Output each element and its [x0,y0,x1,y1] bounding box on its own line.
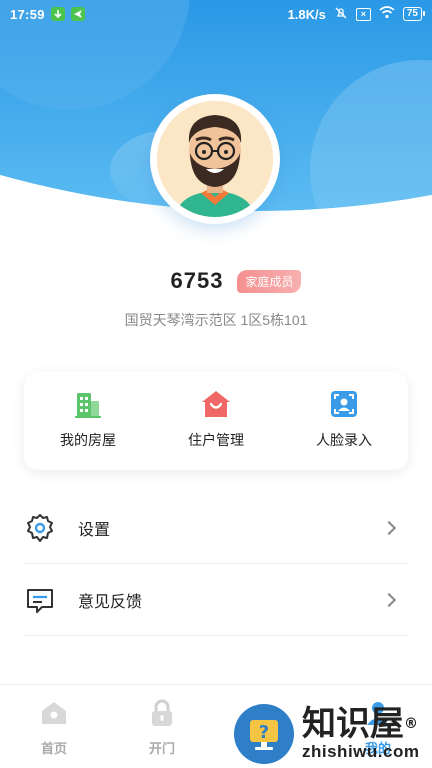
home-icon [40,699,68,732]
download-icon [50,7,65,21]
menu-item-label: 意见反馈 [78,593,143,611]
quick-action-face-entry[interactable]: 人脸录入 [280,372,408,470]
net-speed: 1.8K/s [287,6,326,22]
battery-icon: 75 [402,7,426,21]
watermark-url: zhishiwu.com [302,742,420,761]
mute-icon [334,6,348,23]
watermark-title: 知识屋 [302,704,404,744]
question-monitor-icon: ? [234,704,294,764]
profile-page: 17:59 1.8K/s × 75 6753 家庭成员 国贸天琴湾示范区 1区5… [0,0,432,768]
tab-open-door[interactable]: 开门 [108,685,216,768]
quick-action-my-house[interactable]: 我的房屋 [24,372,152,470]
quick-action-label: 我的房屋 [60,432,116,448]
chevron-right-icon [381,592,397,607]
house-smile-icon [200,388,232,420]
status-right: 1.8K/s × 75 [287,6,426,23]
send-icon [70,7,85,21]
status-time: 17:59 [10,6,45,22]
status-bar: 17:59 1.8K/s × 75 [0,0,432,28]
registered-mark: ® [404,716,418,732]
role-badge: 家庭成员 [237,269,302,293]
watermark-text: 知识屋® zhishiwu.com [302,706,419,762]
menu-item-settings[interactable]: 设置 [24,492,408,564]
quick-action-label: 人脸录入 [316,432,372,448]
tab-label: 首页 [40,741,67,756]
quick-action-residents[interactable]: 住户管理 [152,372,280,470]
quick-action-label: 住户管理 [188,432,244,448]
avatar-image [157,101,273,217]
svg-text:?: ? [259,722,269,743]
avatar[interactable] [150,94,280,224]
tab-home[interactable]: 首页 [0,685,108,768]
watermark-logo: ? 知识屋® zhishiwu.com [234,700,432,768]
gear-icon [24,512,56,544]
face-scan-icon [328,388,360,420]
feedback-icon [24,584,56,616]
user-address: 国贸天琴湾示范区 1区5栋101 [124,312,308,328]
lock-icon [148,699,176,732]
tab-label: 开门 [148,741,175,756]
chevron-right-icon [381,520,397,535]
no-sim-icon: × [355,7,371,21]
wifi-icon [379,6,395,22]
quick-actions-card: 我的房屋 住户管理 人脸录入 [24,372,408,470]
user-name: 6753 [170,268,224,293]
menu-item-label: 设置 [78,521,111,539]
menu-item-feedback[interactable]: 意见反馈 [24,564,408,636]
menu-list: 设置 意见反馈 [24,492,408,636]
profile-name-row: 6753 家庭成员 [0,264,432,298]
building-icon [72,388,104,420]
